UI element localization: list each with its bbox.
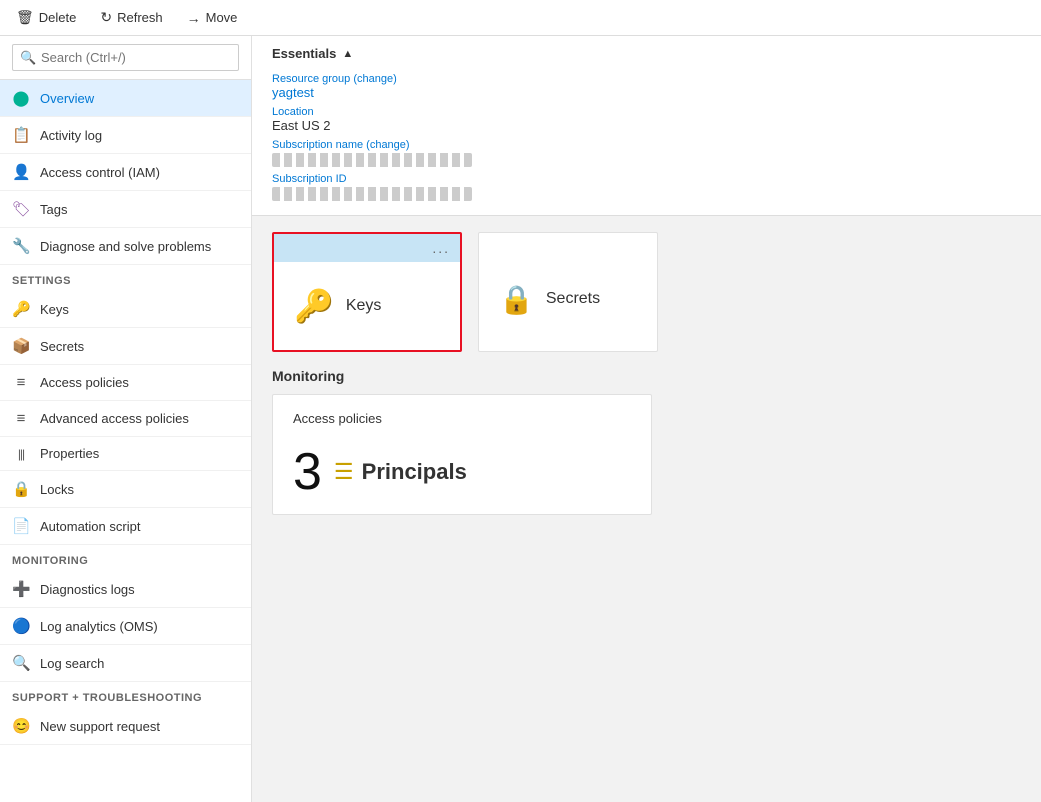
activity-log-icon: 📋: [12, 126, 30, 144]
principals-list-icon: ☰: [334, 459, 354, 485]
search-section: 🔍: [0, 36, 251, 80]
keys-card-icon: 🔑: [294, 287, 334, 325]
tags-icon: 🏷: [12, 200, 30, 218]
location-row: Location East US 2: [272, 102, 1021, 133]
sidebar-item-automation-script[interactable]: 📄 Automation script: [0, 508, 251, 545]
sidebar-item-activity-log[interactable]: 📋 Activity log: [0, 117, 251, 154]
delete-icon: 🗑: [16, 9, 34, 26]
sidebar-item-tags[interactable]: 🏷 Tags: [0, 191, 251, 228]
move-button[interactable]: → Move: [183, 8, 242, 28]
resource-group-link[interactable]: yagtest: [272, 85, 314, 100]
locks-icon: 🔒: [12, 480, 30, 498]
keys-icon: 🔑: [12, 300, 30, 318]
settings-section-label: SETTINGS: [0, 265, 251, 291]
sidebar-item-diagnose[interactable]: 🔧 Diagnose and solve problems: [0, 228, 251, 265]
delete-button[interactable]: 🗑 Delete: [12, 7, 80, 28]
keys-card-header: ...: [274, 234, 460, 262]
sidebar-item-locks[interactable]: 🔒 Locks: [0, 471, 251, 508]
cards-area: ... 🔑 Keys 🔒 Secrets Monitori: [252, 216, 1041, 547]
monitoring-title: Monitoring: [272, 368, 1021, 384]
advanced-access-icon: ≡: [12, 410, 30, 427]
monitoring-section-label: MONITORING: [0, 545, 251, 571]
move-icon: →: [187, 10, 201, 26]
secrets-card-body: 🔒 Secrets: [479, 233, 657, 351]
automation-icon: 📄: [12, 517, 30, 535]
diagnose-icon: 🔧: [12, 237, 30, 255]
sidebar-item-diagnostics-logs[interactable]: ➕ Diagnostics logs: [0, 571, 251, 608]
essentials-section: Essentials ▲ Resource group (change) yag…: [252, 36, 1041, 216]
access-policies-card-title: Access policies: [293, 411, 631, 426]
sidebar-item-new-support[interactable]: 😊 New support request: [0, 708, 251, 745]
principals-count: 3: [293, 446, 322, 498]
keys-card-menu[interactable]: ...: [432, 240, 450, 256]
sidebar-item-log-search[interactable]: 🔍 Log search: [0, 645, 251, 682]
search-icon: 🔍: [20, 50, 36, 66]
subscription-id-value: [272, 187, 472, 201]
sidebar-item-access-policies[interactable]: ≡ Access policies: [0, 365, 251, 401]
monitoring-section: Monitoring Access policies 3 ☰ Principal…: [272, 368, 1021, 515]
top-cards-row: ... 🔑 Keys 🔒 Secrets: [272, 232, 1021, 352]
sidebar: 🔍 ⬤ Overview 📋 Activity log 👤 Access con…: [0, 36, 252, 802]
access-policies-card-body: 3 ☰ Principals: [293, 446, 631, 498]
sidebar-item-overview[interactable]: ⬤ Overview: [0, 80, 251, 117]
subscription-name-row: Subscription name (change): [272, 135, 1021, 167]
toolbar: 🗑 Delete ↻ Refresh → Move: [0, 0, 1041, 36]
principals-label: Principals: [362, 459, 467, 485]
log-search-icon: 🔍: [12, 654, 30, 672]
access-policies-icon: ≡: [12, 374, 30, 391]
essentials-collapse-icon[interactable]: ▲: [342, 48, 353, 60]
sidebar-item-properties[interactable]: ||| Properties: [0, 437, 251, 471]
sidebar-item-keys[interactable]: 🔑 Keys: [0, 291, 251, 328]
refresh-icon: ↻: [100, 9, 112, 26]
sidebar-item-access-control[interactable]: 👤 Access control (IAM): [0, 154, 251, 191]
subscription-id-row: Subscription ID: [272, 169, 1021, 201]
secrets-card-label: Secrets: [546, 290, 600, 308]
access-policies-card[interactable]: Access policies 3 ☰ Principals: [272, 394, 652, 515]
support-section-label: SUPPORT + TROUBLESHOOTING: [0, 682, 251, 708]
keys-card[interactable]: ... 🔑 Keys: [272, 232, 462, 352]
essentials-header: Essentials ▲: [272, 46, 1021, 61]
sidebar-item-log-analytics[interactable]: 🔵 Log analytics (OMS): [0, 608, 251, 645]
sidebar-item-advanced-access-policies[interactable]: ≡ Advanced access policies: [0, 401, 251, 437]
keys-card-label: Keys: [346, 297, 382, 315]
support-icon: 😊: [12, 717, 30, 735]
properties-icon: |||: [12, 447, 30, 461]
keys-card-body: 🔑 Keys: [274, 262, 460, 350]
principals-section: ☰ Principals: [334, 459, 467, 485]
log-analytics-icon: 🔵: [12, 617, 30, 635]
secrets-card-icon: 🔒: [499, 283, 534, 316]
search-input[interactable]: [12, 44, 239, 71]
content-area: Essentials ▲ Resource group (change) yag…: [252, 36, 1041, 802]
essentials-grid: Resource group (change) yagtest Location…: [272, 69, 1021, 201]
overview-icon: ⬤: [12, 89, 30, 107]
refresh-button[interactable]: ↻ Refresh: [96, 7, 166, 28]
sidebar-item-secrets[interactable]: 📦 Secrets: [0, 328, 251, 365]
diagnostics-icon: ➕: [12, 580, 30, 598]
subscription-name-value: [272, 153, 472, 167]
secrets-card[interactable]: 🔒 Secrets: [478, 232, 658, 352]
secrets-icon: 📦: [12, 337, 30, 355]
resource-group-row: Resource group (change) yagtest: [272, 69, 1021, 100]
iam-icon: 👤: [12, 163, 30, 181]
